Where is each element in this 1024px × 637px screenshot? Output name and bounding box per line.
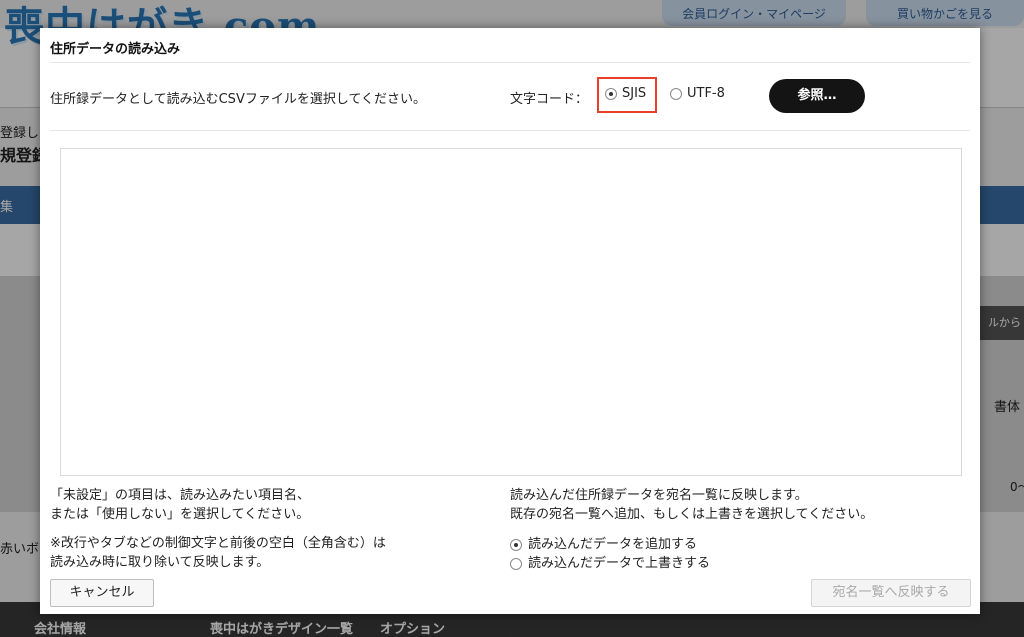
- divider: [50, 62, 970, 63]
- dialog-title: 住所データの読み込み: [50, 42, 181, 57]
- note-line: ※改行やタブなどの制御文字と前後の空白（全角含む）は: [50, 536, 386, 551]
- import-option-overwrite[interactable]: 読み込んだデータで上書きする: [510, 554, 873, 573]
- instruction-text: 住所録データとして読み込むCSVファイルを選択してください。: [50, 92, 427, 107]
- radio-icon[interactable]: [605, 87, 617, 100]
- note-line: または「使用しない」を選択してください。: [50, 507, 310, 522]
- browse-button[interactable]: 参照…: [769, 79, 865, 113]
- encoding-option-utf8[interactable]: UTF-8: [670, 86, 725, 101]
- import-mode-section: 読み込んだ住所録データを宛名一覧に反映します。 既存の宛名一覧へ追加、もしくは上…: [510, 486, 873, 573]
- encoding-option-label: UTF-8: [687, 86, 725, 101]
- import-option-label: 読み込んだデータで上書きする: [528, 556, 711, 571]
- address-import-dialog: 住所データの読み込み 住所録データとして読み込むCSVファイルを選択してください…: [40, 28, 980, 614]
- note-line: 読み込んだ住所録データを宛名一覧に反映します。: [510, 488, 808, 503]
- encoding-label: 文字コード：: [510, 92, 589, 107]
- note-line: 既存の宛名一覧へ追加、もしくは上書きを選択してください。: [510, 507, 874, 522]
- mapping-note: 「未設定」の項目は、読み込みたい項目名、 または「使用しない」を選択してください…: [50, 486, 386, 572]
- import-option-label: 読み込んだデータを追加する: [528, 537, 698, 552]
- radio-icon[interactable]: [510, 538, 522, 551]
- radio-icon[interactable]: [510, 557, 522, 570]
- import-option-append[interactable]: 読み込んだデータを追加する: [510, 535, 873, 554]
- note-line: 「未設定」の項目は、読み込みたい項目名、: [50, 488, 311, 503]
- divider: [50, 130, 970, 131]
- radio-icon[interactable]: [670, 87, 682, 100]
- csv-preview-area: [60, 148, 962, 476]
- apply-to-address-list-button[interactable]: 宛名一覧へ反映する: [811, 579, 971, 607]
- encoding-option-label: SJIS: [622, 86, 647, 101]
- cancel-button[interactable]: キャンセル: [50, 579, 154, 607]
- note-line: 読み込み時に取り除いて反映します。: [50, 555, 270, 570]
- encoding-option-sjis[interactable]: SJIS: [605, 86, 646, 101]
